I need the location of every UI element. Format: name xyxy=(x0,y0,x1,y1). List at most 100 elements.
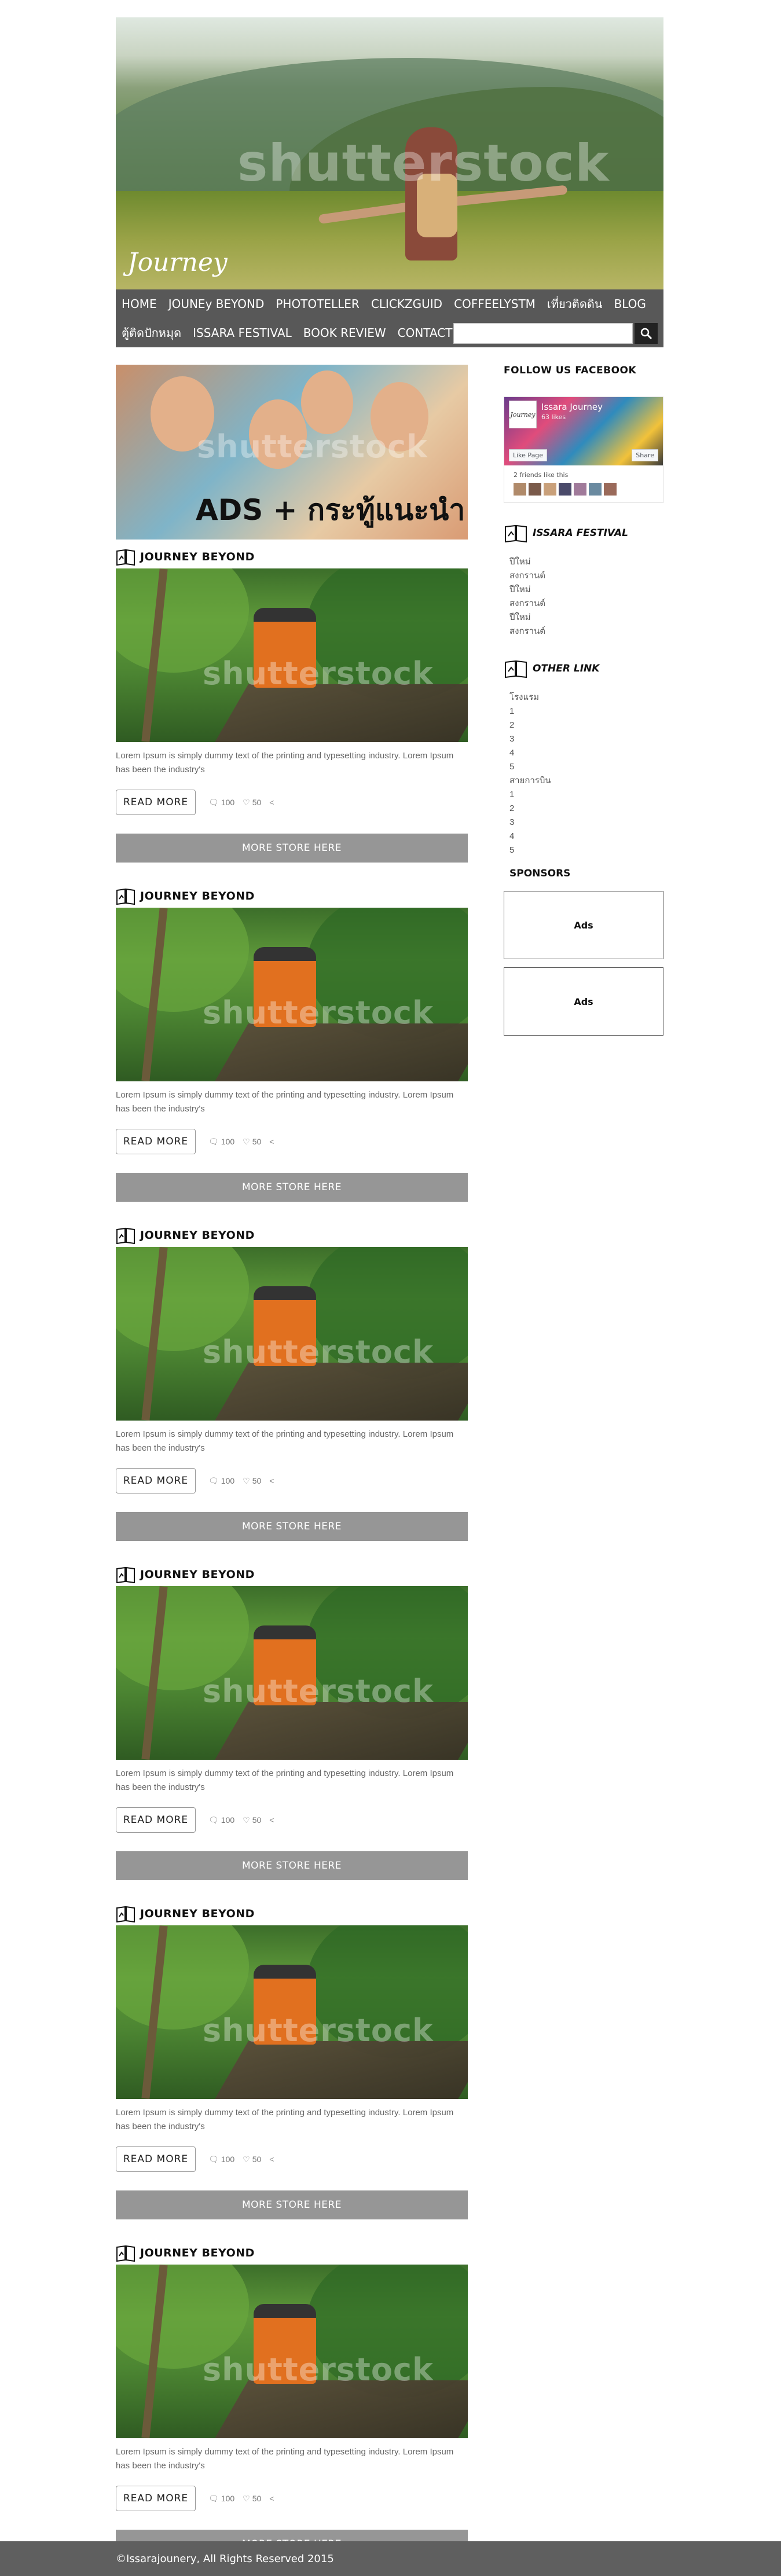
heart-icon[interactable]: ♡ xyxy=(243,798,250,808)
more-store-button[interactable]: MORE STORE HERE xyxy=(116,1851,468,1880)
read-more-button[interactable]: READ MORE xyxy=(116,1129,196,1154)
post-image[interactable]: shutterstock xyxy=(116,1925,468,2099)
heart-icon[interactable]: ♡ xyxy=(243,1137,250,1147)
post: JOURNEY BEYOND shutterstock Lorem Ipsum is… xyxy=(116,1563,468,1880)
sidebar-link[interactable]: สายการบิน xyxy=(509,774,663,788)
post-meta: 🗨 100 ♡ 50 < xyxy=(208,1137,276,1147)
sidebar-link[interactable]: 5 xyxy=(509,760,663,774)
share-icon[interactable]: < xyxy=(269,1137,274,1146)
book-icon xyxy=(116,549,135,566)
post: JOURNEY BEYOND shutterstock Lorem Ipsum is… xyxy=(116,1224,468,1541)
ad-watermark: shutterstock xyxy=(197,428,428,465)
sidebar-link[interactable]: 1 xyxy=(509,788,663,802)
sidebar-link[interactable]: สงกรานต์ xyxy=(509,625,663,639)
nav-item[interactable]: ตู้ติดปักหมุด xyxy=(116,324,187,342)
post-meta: 🗨 100 ♡ 50 < xyxy=(208,1815,276,1825)
nav-item[interactable]: ISSARA FESTIVAL xyxy=(187,326,298,340)
heart-icon[interactable]: ♡ xyxy=(243,1815,250,1825)
post-title[interactable]: JOURNEY BEYOND xyxy=(140,1229,255,1242)
sidebar-link[interactable]: 1 xyxy=(509,704,663,718)
comment-icon[interactable]: 🗨 xyxy=(208,2155,219,2164)
nav-item[interactable]: CLICKZGUID xyxy=(365,297,448,311)
nav-row-1: HOME JOUNEy BEYOND PHOTOTELLER CLICKZGUID CO… xyxy=(116,289,652,318)
facebook-widget[interactable]: Journey Issara Journey 63 likes Like Pag… xyxy=(504,397,663,503)
post-image[interactable]: shutterstock xyxy=(116,908,468,1081)
comment-icon[interactable]: 🗨 xyxy=(208,2494,219,2504)
share-icon[interactable]: < xyxy=(269,2155,274,2164)
nav-item[interactable]: เที่ยวติดดิน xyxy=(541,295,608,313)
nav-item[interactable]: HOME xyxy=(116,297,163,311)
post-watermark: shutterstock xyxy=(203,2012,434,2049)
share-icon[interactable]: < xyxy=(269,1815,274,1825)
nav-item[interactable]: COFFEELYSTM xyxy=(448,297,541,311)
sponsor-ad-1[interactable]: Ads xyxy=(504,891,663,959)
sidebar-link[interactable]: 3 xyxy=(509,816,663,830)
read-more-button[interactable]: READ MORE xyxy=(116,790,196,815)
comment-icon[interactable]: 🗨 xyxy=(208,1815,219,1825)
sidebar-link[interactable]: โรงแรม xyxy=(509,691,663,704)
sidebar-link[interactable]: 2 xyxy=(509,802,663,816)
sidebar-link[interactable]: 4 xyxy=(509,830,663,843)
sidebar-link[interactable]: ปีใหม่ xyxy=(509,611,663,625)
read-more-button[interactable]: READ MORE xyxy=(116,1807,196,1833)
nav-item[interactable]: BOOK REVIEW xyxy=(298,326,392,340)
post-title[interactable]: JOURNEY BEYOND xyxy=(140,551,255,563)
heart-icon[interactable]: ♡ xyxy=(243,2494,250,2504)
share-icon[interactable]: < xyxy=(269,798,274,807)
heart-icon[interactable]: ♡ xyxy=(243,1476,250,1486)
sponsor-ad-2[interactable]: Ads xyxy=(504,967,663,1036)
comment-count: 100 xyxy=(221,1476,235,1485)
other-link-section: OTHER LINK โรงแรม 1 2 3 4 5 สายการบิน 1 2 3 4 5 xyxy=(504,658,663,857)
search-input[interactable] xyxy=(453,323,633,344)
sidebar-link[interactable]: ปีใหม่ xyxy=(509,555,663,569)
post-image[interactable]: shutterstock xyxy=(116,2265,468,2438)
more-store-button[interactable]: MORE STORE HERE xyxy=(116,1512,468,1541)
post-title[interactable]: JOURNEY BEYOND xyxy=(140,1568,255,1581)
fb-avatar[interactable]: Journey xyxy=(509,401,537,428)
post: JOURNEY BEYOND shutterstock Lorem Ipsum is… xyxy=(116,885,468,1202)
nav-item[interactable]: JOUNEy BEYOND xyxy=(163,297,270,311)
more-store-button[interactable]: MORE STORE HERE xyxy=(116,834,468,863)
post-title[interactable]: JOURNEY BEYOND xyxy=(140,890,255,902)
share-icon[interactable]: < xyxy=(269,2494,274,2503)
fb-friend-faces xyxy=(514,483,619,496)
comment-icon[interactable]: 🗨 xyxy=(208,1476,219,1486)
read-more-button[interactable]: READ MORE xyxy=(116,2146,196,2172)
read-more-button[interactable]: READ MORE xyxy=(116,2486,196,2511)
facebook-title: FOLLOW US FACEBOOK xyxy=(504,365,637,376)
sidebar-link[interactable]: ปีใหม่ xyxy=(509,583,663,597)
post-image[interactable]: shutterstock xyxy=(116,1586,468,1760)
nav-item[interactable]: PHOTOTELLER xyxy=(270,297,365,311)
sidebar-link[interactable]: 4 xyxy=(509,746,663,760)
post-title[interactable]: JOURNEY BEYOND xyxy=(140,1907,255,1920)
post-title[interactable]: JOURNEY BEYOND xyxy=(140,2247,255,2259)
like-count: 50 xyxy=(252,1815,262,1825)
more-store-button[interactable]: MORE STORE HERE xyxy=(116,1173,468,1202)
comment-icon[interactable]: 🗨 xyxy=(208,798,219,808)
ad-banner-text: ADS + กระทู้แนะนำ xyxy=(196,493,465,527)
fb-page-name[interactable]: Issara Journey xyxy=(541,402,603,412)
ad-banner[interactable]: shutterstock ADS + กระทู้แนะนำ xyxy=(116,365,468,540)
more-store-button[interactable]: MORE STORE HERE xyxy=(116,2190,468,2219)
read-more-button[interactable]: READ MORE xyxy=(116,1468,196,1494)
post-image[interactable]: shutterstock xyxy=(116,1247,468,1421)
sidebar-link[interactable]: 3 xyxy=(509,732,663,746)
nav-item[interactable]: BLOG xyxy=(608,297,652,311)
book-icon xyxy=(116,888,135,905)
fb-like-button[interactable]: Like Page xyxy=(509,449,548,461)
comment-icon[interactable]: 🗨 xyxy=(208,1137,219,1147)
site-logo[interactable]: Journey xyxy=(127,248,228,277)
post-image[interactable]: shutterstock xyxy=(116,568,468,742)
search-button[interactable] xyxy=(635,323,658,344)
sidebar-link[interactable]: สงกรานต์ xyxy=(509,569,663,583)
heart-icon[interactable]: ♡ xyxy=(243,2155,250,2164)
fb-share-button[interactable]: Share xyxy=(632,449,658,461)
share-icon[interactable]: < xyxy=(269,1476,274,1485)
post-actions: READ MORE 🗨 100 ♡ 50 < xyxy=(116,1807,468,1833)
sidebar-link[interactable]: 5 xyxy=(509,843,663,857)
post-watermark: shutterstock xyxy=(203,1673,434,1709)
sidebar-link[interactable]: 2 xyxy=(509,718,663,732)
sidebar-link[interactable]: สงกรานต์ xyxy=(509,597,663,611)
festival-section: ISSARA FESTIVAL ปีใหม่ สงกรานต์ ปีใหม่ สงกร… xyxy=(504,523,663,639)
banner-watermark: shutterstock xyxy=(237,133,610,193)
